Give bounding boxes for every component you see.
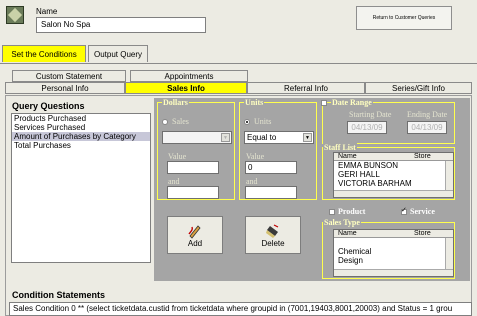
pencil-add-icon [188,224,201,239]
dollars-value-input[interactable] [167,161,219,174]
chevron-down-icon[interactable]: ▼ [221,133,230,142]
sales-type-group: Sales Type Name Store Chemical Design [322,218,455,279]
list-item[interactable]: Total Purchases [12,141,150,150]
col-name: Name [338,153,357,160]
units-value-input[interactable]: 0 [245,161,297,174]
tab-sales-info[interactable]: Sales Info [125,82,247,94]
product-checkbox[interactable] [329,209,335,215]
list-item[interactable]: Products Purchased [12,114,150,123]
list-item[interactable]: Amount of Purchases by Category [12,132,150,141]
name-label: Name [36,7,58,16]
return-to-customer-queries-button[interactable]: Return to Customer Queries [356,6,452,30]
sales-type-title: Sales Type [323,218,361,227]
starting-date-label: Starting Date [349,110,392,119]
table-row[interactable] [334,238,453,247]
table-row[interactable]: EMMA BUNSON [334,161,453,170]
eraser-delete-icon [266,223,279,238]
name-input[interactable]: Salon No Spa [36,17,206,33]
query-questions-title: Query Questions [12,101,85,111]
col-name: Name [338,230,357,237]
dollars-title: Dollars [162,98,189,107]
chevron-down-icon[interactable]: ▼ [303,133,312,142]
tab-set-the-conditions[interactable]: Set the Conditions [2,45,86,62]
units-operator-select[interactable]: Equal to ▼ [244,131,314,144]
delete-button-label: Delete [261,238,285,248]
units-group: Units Units Equal to ▼ Value 0 and [239,98,317,200]
list-item[interactable]: Services Purchased [12,123,150,132]
product-checkbox-label: Product [338,207,366,216]
units-and-label: and [246,177,258,186]
col-store: Store [414,153,431,160]
table-row[interactable]: GERI HALL [334,170,453,179]
table-row[interactable]: VICTORIA BARHAM [334,179,453,188]
units-and-input[interactable] [245,186,297,199]
tab-personal-info[interactable]: Personal Info [5,82,125,94]
ending-date-input[interactable]: 04/13/09 [407,121,447,134]
sales-type-horizontal-scrollbar[interactable] [334,269,453,276]
ending-date-label: Ending Date [407,110,448,119]
table-row[interactable]: Chemical [334,247,453,256]
criteria-area: Dollars Sales ▼ Value and Units Units Eq… [154,98,470,281]
table-row[interactable]: Design [334,256,453,265]
tab-output-query[interactable]: Output Query [88,45,148,62]
condition-statements-field[interactable]: Sales Condition 0 ** (select ticketdata.… [9,302,472,316]
date-range-checkbox[interactable] [321,100,327,106]
delete-button[interactable]: Delete [245,216,301,254]
tab-custom-statement[interactable]: Custom Statement [12,70,126,82]
date-range-title: Date Range [331,98,373,107]
staff-list-header: Name Store [334,153,453,161]
staff-listbox[interactable]: Name Store EMMA BUNSON GERI HALL VICTORI… [333,152,454,198]
col-store: Store [414,230,431,237]
tab-series-gift-info[interactable]: Series/Gift Info [365,82,472,94]
add-button-label: Add [187,238,203,248]
units-operator-value: Equal to [247,133,277,142]
staff-list-group: Staff List Name Store EMMA BUNSON GERI H… [322,143,455,200]
units-value-label: Value [246,152,265,161]
sales-radio-label: Sales [172,117,189,126]
dollars-and-input[interactable] [167,186,219,199]
app-logo [6,6,24,24]
starting-date-input[interactable]: 04/13/09 [347,121,387,134]
staff-list-title: Staff List [323,143,357,152]
service-checkbox[interactable] [401,206,407,215]
tab-referral-info[interactable]: Referral Info [247,82,365,94]
main-tab-strip: Set the Conditions Output Query [0,42,477,64]
dollars-group: Dollars Sales ▼ Value and [157,98,235,200]
add-button[interactable]: Add [167,216,223,254]
staff-horizontal-scrollbar[interactable] [334,190,453,197]
sales-type-header: Name Store [334,230,453,238]
sales-radio[interactable] [162,119,168,125]
units-radio-label: Units [254,117,272,126]
dollars-operator-select[interactable]: ▼ [162,131,232,144]
staff-vertical-scrollbar[interactable] [445,161,453,190]
query-questions-list[interactable]: Products Purchased Services Purchased Am… [11,113,151,263]
units-radio[interactable] [244,119,250,125]
sales-type-listbox[interactable]: Name Store Chemical Design [333,229,454,277]
date-range-group: Date Range Starting Date Ending Date 04/… [321,98,455,144]
dollars-value-label: Value [168,152,187,161]
dollars-and-label: and [168,177,180,186]
sales-type-vertical-scrollbar[interactable] [445,238,453,269]
condition-statements-title: Condition Statements [12,290,106,300]
service-checkbox-label: Service [410,207,435,216]
units-title: Units [244,98,265,107]
tab-appointments[interactable]: Appointments [130,70,248,82]
